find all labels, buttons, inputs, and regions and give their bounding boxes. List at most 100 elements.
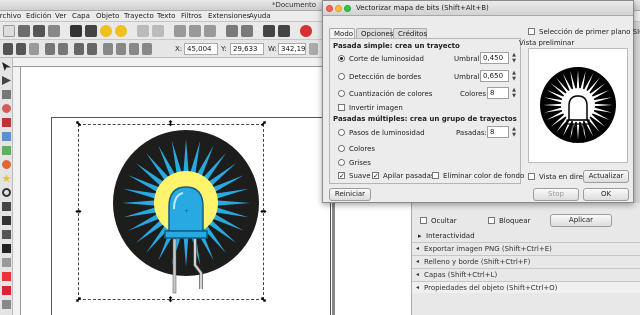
raise-icon[interactable] <box>116 43 126 55</box>
menu-trayecto[interactable]: Trayecto <box>124 12 154 20</box>
fill-stroke-icon[interactable] <box>300 25 312 37</box>
close-icon[interactable] <box>326 5 333 12</box>
eraser-tool-icon[interactable] <box>2 272 11 281</box>
ellipse-tool-icon[interactable] <box>2 160 11 169</box>
ok-button[interactable]: OK <box>583 188 629 201</box>
scale-handle-bottom-left[interactable]: ⬋ <box>75 296 82 304</box>
scale-handle-right[interactable]: ⬌ <box>260 208 267 216</box>
undo-icon[interactable] <box>100 25 112 37</box>
rotate-cw-icon[interactable] <box>58 43 68 55</box>
spray-tool-icon[interactable] <box>2 258 11 267</box>
menu-texto[interactable]: Texto <box>157 12 175 20</box>
deselect-icon[interactable] <box>29 43 39 55</box>
lower-icon[interactable] <box>129 43 139 55</box>
edge-detection-radio[interactable] <box>338 73 345 80</box>
menu-ver[interactable]: Ver <box>55 12 66 20</box>
update-button[interactable]: Actualizar <box>583 170 629 183</box>
calligraphy-tool-icon[interactable] <box>2 230 11 239</box>
pen-tool-icon[interactable] <box>2 216 11 225</box>
scale-handle-left[interactable]: ⬌ <box>75 208 82 216</box>
3d-box-tool-icon[interactable] <box>2 146 11 155</box>
pencil-tool-icon[interactable] <box>2 202 11 211</box>
stack-scans-checkbox[interactable]: ✓ <box>372 172 379 180</box>
panel-layers[interactable]: ◂ Capas (Shift+Ctrl+L) <box>412 268 640 280</box>
rotate-ccw-icon[interactable] <box>45 43 55 55</box>
duplicate-icon[interactable] <box>226 25 238 37</box>
menu-objeto[interactable]: Objeto <box>96 12 119 20</box>
hide-checkbox[interactable] <box>420 217 427 224</box>
flip-vertical-icon[interactable] <box>87 43 97 55</box>
rectangle-tool-icon[interactable] <box>2 132 11 141</box>
open-icon[interactable] <box>18 25 30 37</box>
copy-icon[interactable] <box>137 25 149 37</box>
text-tool-icon[interactable] <box>2 244 11 253</box>
new-document-icon[interactable] <box>3 25 15 37</box>
edge-threshold-stepper[interactable]: ▲ ▼ <box>511 70 517 82</box>
interactivity-expander-arrow[interactable]: ▸ <box>418 232 422 240</box>
export-icon[interactable] <box>85 25 97 37</box>
remove-background-checkbox[interactable] <box>432 172 439 179</box>
led-sunburst-image[interactable]: + <box>111 129 261 297</box>
zoom-icon[interactable] <box>174 25 186 37</box>
save-icon[interactable] <box>33 25 45 37</box>
edge-threshold-input[interactable]: 0,650 <box>480 70 509 82</box>
menu-archivo[interactable]: Archivo <box>0 12 21 20</box>
panel-fill-stroke[interactable]: ◂ Relleno y borde (Shift+Ctrl+F) <box>412 255 640 267</box>
w-input[interactable]: 342,19 <box>278 43 306 55</box>
siox-checkbox[interactable] <box>528 28 535 35</box>
brightness-threshold-input[interactable]: 0,450 <box>480 52 509 64</box>
colors-count-stepper[interactable]: ▲ ▼ <box>511 87 517 99</box>
grays-radio[interactable] <box>338 159 345 166</box>
select-all-layers-icon[interactable] <box>16 43 26 55</box>
menu-ayuda[interactable]: Ayuda <box>249 12 271 20</box>
stop-button[interactable]: Stop <box>533 188 579 201</box>
brightness-cutoff-radio[interactable] <box>338 55 345 62</box>
menu-filtros[interactable]: Filtros <box>181 12 202 20</box>
zoom-page-icon[interactable] <box>189 25 201 37</box>
live-preview-checkbox[interactable] <box>528 173 535 180</box>
paint-bucket-tool-icon[interactable] <box>2 286 11 295</box>
node-tool-icon[interactable] <box>2 76 11 85</box>
scale-handle-top-left[interactable]: ⬉ <box>75 120 82 128</box>
horizontal-ruler[interactable] <box>13 58 330 67</box>
colors-count-input[interactable]: 8 <box>487 87 509 99</box>
redo-icon[interactable] <box>115 25 127 37</box>
brightness-threshold-stepper[interactable]: ▲ ▼ <box>511 52 517 64</box>
scale-handle-bottom[interactable]: ⬍ <box>167 296 174 304</box>
tweak-tool-icon[interactable] <box>2 90 11 99</box>
gradient-tool-icon[interactable] <box>2 300 11 309</box>
apply-button[interactable]: Aplicar <box>550 214 612 227</box>
colors-radio[interactable] <box>338 145 345 152</box>
print-icon[interactable] <box>48 25 60 37</box>
zoom-drawing-icon[interactable] <box>204 25 216 37</box>
color-quantization-radio[interactable] <box>338 90 345 97</box>
scans-count-input[interactable]: 8 <box>487 126 509 138</box>
scale-handle-top[interactable]: ⬍ <box>167 120 174 128</box>
y-input[interactable]: 29,633 <box>230 43 264 55</box>
invert-image-checkbox[interactable] <box>338 104 345 111</box>
import-icon[interactable] <box>70 25 82 37</box>
paste-icon[interactable] <box>152 25 164 37</box>
brightness-steps-radio[interactable] <box>338 129 345 136</box>
spiral-tool-icon[interactable] <box>2 188 11 197</box>
menu-capa[interactable]: Capa <box>72 12 90 20</box>
menu-edicion[interactable]: Edición <box>26 12 51 20</box>
x-input[interactable]: 45,004 <box>184 43 218 55</box>
raise-top-icon[interactable] <box>103 43 113 55</box>
menu-extensiones[interactable]: Extensiones <box>208 12 250 20</box>
select-all-icon[interactable] <box>3 43 13 55</box>
panel-export-png[interactable]: ◂ Exportar imagen PNG (Shift+Ctrl+E) <box>412 242 640 254</box>
w-spin-icon[interactable] <box>309 43 318 55</box>
smooth-checkbox[interactable]: ✓ <box>338 172 345 180</box>
measure-tool-icon[interactable] <box>2 118 11 127</box>
scale-handle-bottom-right[interactable]: ⬊ <box>260 296 267 304</box>
scans-count-stepper[interactable]: ▲ ▼ <box>511 126 517 138</box>
vertical-ruler[interactable] <box>13 67 21 315</box>
ungroup-icon[interactable] <box>278 25 290 37</box>
interactivity-expander[interactable]: Interactividad <box>426 232 475 240</box>
star-tool-icon[interactable] <box>2 174 11 183</box>
lock-checkbox[interactable] <box>488 217 495 224</box>
zoom-tool-icon[interactable] <box>2 104 11 113</box>
minimize-icon[interactable] <box>335 5 342 12</box>
reset-button[interactable]: Reiniciar <box>329 188 371 201</box>
